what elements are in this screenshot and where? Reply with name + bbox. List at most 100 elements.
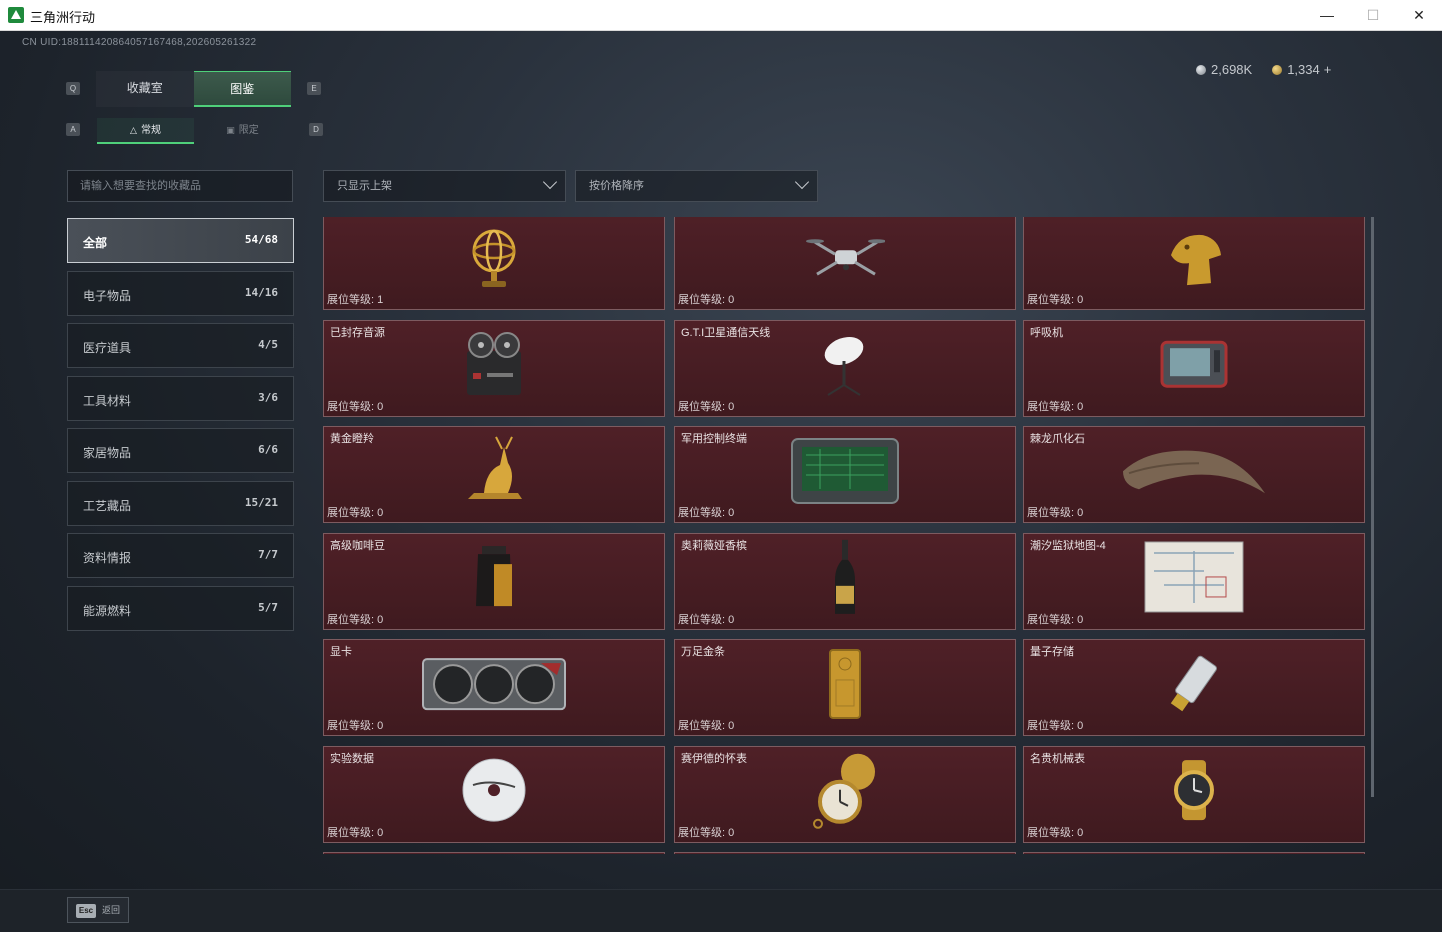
collectible-card[interactable]: 实验数据展位等级: 0: [323, 745, 665, 843]
category-intel[interactable]: 资料情报 7/7: [67, 533, 294, 578]
shelf-filter-dropdown[interactable]: 只显示上架: [323, 170, 566, 202]
display-level: 展位等级: 0: [327, 826, 384, 839]
category-medical[interactable]: 医疗道具 4/5: [67, 323, 294, 368]
collectible-name: 实验数据: [330, 752, 374, 765]
silver-coin-icon: [1196, 65, 1206, 75]
coffee-bag-icon: [472, 544, 516, 615]
close-button[interactable]: ✕: [1396, 0, 1442, 31]
category-list: 全部 54/68 电子物品 14/16 医疗道具 4/5 工具材料 3/6 家居物品 6/…: [67, 218, 294, 638]
display-level: 展位等级: 1: [327, 294, 384, 306]
gallery-icon: ▣: [226, 125, 235, 135]
minimize-button[interactable]: —: [1304, 0, 1350, 31]
champagne-icon: [833, 538, 857, 621]
collectible-card[interactable]: 展位等级: 0: [1023, 217, 1365, 310]
collection-grid: 展位等级: 1 展位等级: 0 展位等级: 0 已封存音源 展位等级: 0 G.T.I卫星…: [323, 217, 1373, 854]
collectible-card[interactable]: 棘龙爪化石 展位等级: 0: [1023, 426, 1365, 523]
collectible-name: 军用控制终端: [681, 433, 747, 445]
collectible-card[interactable]: 潮汐监狱地图-4 展位等级: 0: [1023, 532, 1365, 630]
category-count: 7/7: [258, 548, 278, 561]
collectible-name: G.T.I卫星通信天线: [681, 326, 771, 339]
collectible-card[interactable]: 鎏金卡牌: [1023, 852, 1365, 854]
keyhint-sub-left: A: [66, 123, 80, 136]
collectible-name: 棘龙爪化石: [1030, 433, 1085, 445]
category-tools[interactable]: 工具材料 3/6: [67, 375, 294, 421]
tab-codex[interactable]: 图鉴: [193, 71, 291, 107]
chevron-down-icon: [794, 174, 810, 190]
display-level: 展位等级: 0: [327, 613, 384, 626]
esc-key-icon: Esc: [76, 904, 96, 918]
collectible-card[interactable]: 高级咖啡豆展位等级: 0: [323, 532, 665, 630]
collectible-card[interactable]: 奥莉薇娅香槟 展位等级: 0: [674, 532, 1016, 630]
window-title: 三角洲行动: [30, 10, 96, 25]
usb-drive-icon: [1164, 651, 1224, 722]
claw-fossil-icon: [1119, 441, 1269, 506]
collectible-name: 潮汐监狱地图-4: [1030, 539, 1106, 552]
collectible-card[interactable]: 名贵机械表 展位等级: 0: [1023, 745, 1365, 843]
collectible-card[interactable]: 量子存储 展位等级: 0: [1023, 639, 1365, 736]
subtab-limited-label: 限定: [238, 125, 259, 136]
subtab-regular[interactable]: △ 常规: [97, 118, 194, 144]
disc-icon: [461, 757, 527, 828]
category-count: 5/7: [258, 600, 278, 614]
flame-icon: △: [130, 125, 137, 135]
back-label: 返回: [102, 905, 121, 915]
golden-horse-head-icon: [1159, 225, 1229, 296]
maximize-button[interactable]: ☐: [1350, 0, 1396, 31]
reel-recorder-icon: [459, 329, 529, 404]
back-button[interactable]: Esc 返回: [67, 897, 129, 923]
category-electronics[interactable]: 电子物品 14/16: [67, 270, 294, 316]
ventilator-icon: [1158, 334, 1230, 399]
currency-gold[interactable]: 1,334 +: [1272, 62, 1331, 77]
sort-label: 按价格降序: [589, 180, 644, 192]
category-all[interactable]: 全部 54/68: [67, 218, 294, 263]
subtab-limited[interactable]: ▣ 限定: [194, 118, 291, 144]
collectible-card[interactable]: 军用控制终端 展位等级: 0: [674, 426, 1016, 523]
collectible-card[interactable]: G.T.I卫星通信天线 展位等级: 0: [674, 319, 1016, 417]
category-label: 工艺藏品: [83, 498, 132, 513]
collectible-card[interactable]: 超声波切割刀: [323, 852, 665, 854]
category-label: 全部: [83, 236, 108, 250]
main-tabs: 收藏室 图鉴: [96, 71, 291, 107]
satellite-dish-icon: [810, 329, 880, 404]
subtab-regular-label: 常规: [140, 125, 161, 136]
collectible-card[interactable]: Alpha脑机实验数据-渡鸦: [674, 852, 1016, 854]
wristwatch-icon: [1166, 758, 1222, 827]
display-level: 展位等级: 0: [678, 400, 735, 413]
pocket-watch-icon: [810, 750, 880, 835]
add-currency-button[interactable]: +: [1324, 62, 1332, 77]
armillary-sphere-icon: [464, 223, 524, 298]
category-label: 电子物品: [83, 288, 132, 303]
collectible-card[interactable]: 万足金条 展位等级: 0: [674, 639, 1016, 736]
display-level: 展位等级: 0: [1027, 613, 1084, 626]
gold-coin-icon: [1272, 65, 1283, 75]
search-input[interactable]: 请输入想要查找的收藏品: [67, 170, 293, 202]
collectible-card[interactable]: 呼吸机 展位等级: 0: [1023, 319, 1365, 417]
display-level: 展位等级: 0: [1027, 826, 1084, 839]
collectible-card[interactable]: 赛伊德的怀表 展位等级: 0: [674, 745, 1016, 843]
collectible-card[interactable]: 展位等级: 1: [323, 217, 665, 310]
display-level: 展位等级: 0: [1027, 720, 1084, 732]
collectible-name: 显卡: [330, 646, 352, 658]
collectible-card[interactable]: 展位等级: 0: [674, 217, 1016, 310]
gold-amount: 1,334: [1287, 62, 1320, 77]
grid-scrollbar[interactable]: [1371, 217, 1374, 797]
sub-tabs: △ 常规 ▣ 限定: [97, 118, 291, 144]
category-label: 资料情报: [83, 551, 132, 565]
display-level: 展位等级: 0: [678, 826, 735, 839]
collectible-card[interactable]: 显卡 展位等级: 0: [323, 639, 665, 736]
display-level: 展位等级: 0: [678, 294, 735, 306]
category-fuel[interactable]: 能源燃料 5/7: [67, 585, 294, 631]
category-household[interactable]: 家居物品 6/6: [67, 428, 294, 473]
sort-dropdown[interactable]: 按价格降序: [575, 170, 818, 202]
golden-gazelle-icon: [454, 434, 534, 511]
uid-label: CN UID:1881114208640571674​68,2026052613…: [22, 37, 257, 48]
drone-icon: [805, 228, 886, 293]
collectible-name: 高级咖啡豆: [330, 539, 385, 552]
collectible-card[interactable]: 黄金瞪羚 展位等级: 0: [323, 426, 665, 523]
category-crafts[interactable]: 工艺藏品 15/21: [67, 480, 294, 526]
footer-bar: [0, 889, 1442, 932]
keyhint-tab-left: Q: [66, 82, 80, 95]
collectible-card[interactable]: 已封存音源 展位等级: 0: [323, 319, 665, 417]
collectible-name: 黄金瞪羚: [330, 433, 374, 445]
tab-collection-room[interactable]: 收藏室: [96, 71, 194, 107]
